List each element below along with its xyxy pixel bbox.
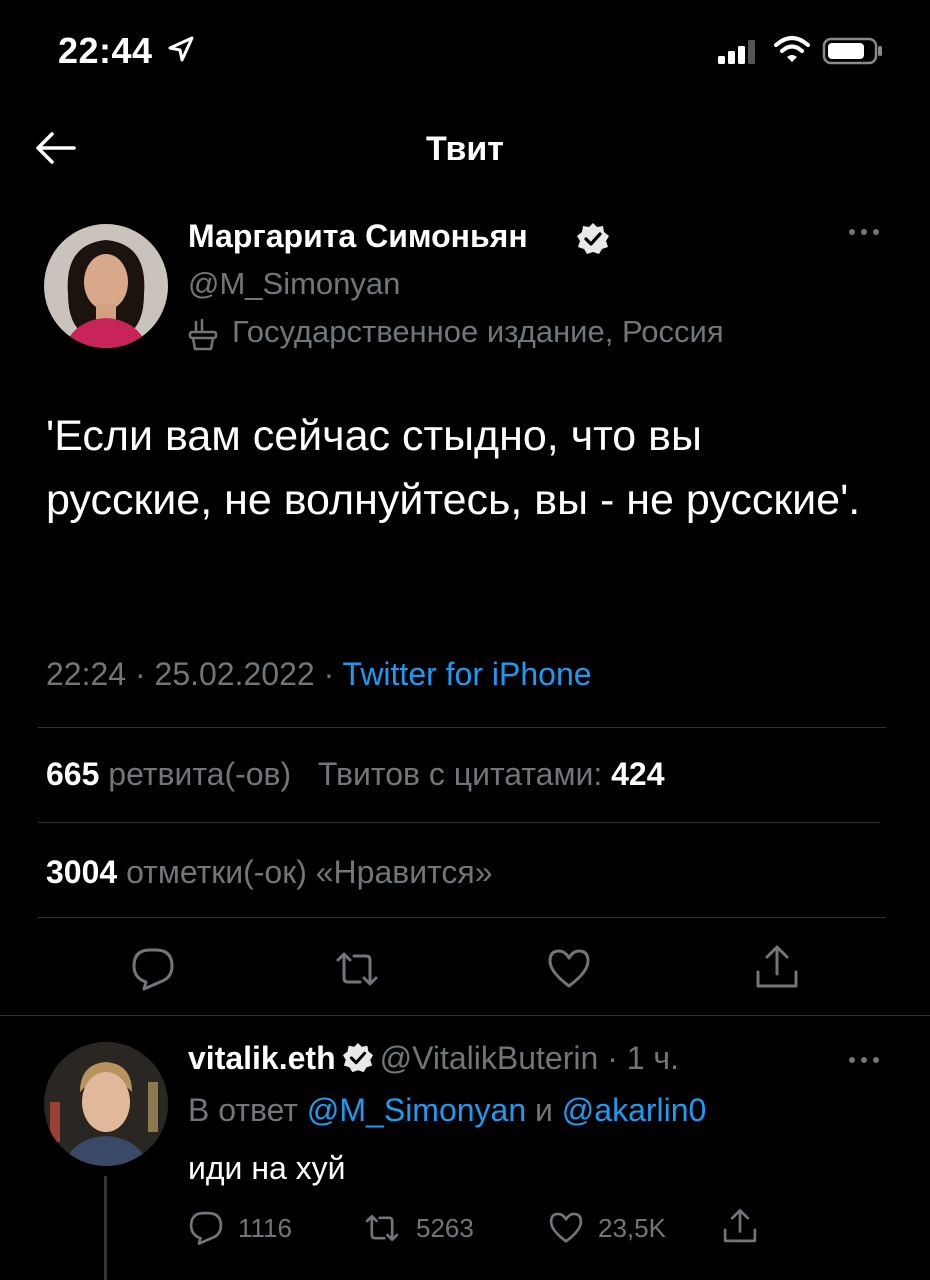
reply-icon[interactable] xyxy=(130,946,176,992)
retweet-icon xyxy=(365,1214,399,1242)
state-media-icon xyxy=(188,318,218,351)
tweet-text: 'Если вам сейчас стыдно, что вы русские,… xyxy=(46,412,861,524)
reply-avatar-portrait-icon xyxy=(44,1042,168,1166)
like-button[interactable]: 23,5K xyxy=(548,1208,666,1248)
verified-badge-icon xyxy=(342,1042,373,1073)
like-count: 23,5K xyxy=(598,1212,666,1243)
signal-icon xyxy=(718,40,755,64)
reply-author-handle[interactable]: @VitalikButerin xyxy=(380,1040,599,1076)
likes-label: отметки(-ок) «Нравится» xyxy=(126,854,493,890)
verified-badge-icon xyxy=(577,223,609,254)
in-reply-prefix: В ответ xyxy=(188,1092,299,1128)
divider xyxy=(38,822,880,823)
mention-link[interactable]: @akarlin0 xyxy=(562,1092,707,1128)
like-icon[interactable] xyxy=(546,946,592,992)
location-arrow-icon xyxy=(168,36,194,62)
tweet-time: 22:24 xyxy=(46,656,127,692)
author-handle[interactable]: @M_Simonyan xyxy=(188,266,400,302)
like-icon xyxy=(549,1212,583,1243)
engagement-stats: 665 ретвита(-ов) Твитов с цитатами: 424 xyxy=(46,756,665,793)
retweet-count: 5263 xyxy=(416,1212,474,1243)
avatar-portrait-icon xyxy=(44,224,168,348)
reply-avatar[interactable] xyxy=(44,1042,168,1166)
tweet-source-link[interactable]: Twitter for iPhone xyxy=(343,656,592,692)
reply-button[interactable]: 1116 xyxy=(188,1208,292,1248)
meta-separator: · xyxy=(598,1040,627,1076)
wifi-icon xyxy=(774,36,810,62)
retweets-count: 665 xyxy=(46,756,100,792)
likes-count: 3004 xyxy=(46,854,118,890)
retweet-icon[interactable] xyxy=(334,946,380,992)
avatar[interactable] xyxy=(44,224,168,348)
state-media-label: Государственное издание, Россия xyxy=(232,314,724,349)
author-name[interactable]: Маргарита Симоньян xyxy=(188,218,528,255)
reply-time: 1 ч. xyxy=(626,1040,679,1076)
reply-author-name[interactable]: vitalik.eth xyxy=(188,1040,336,1076)
reply-icon xyxy=(189,1211,223,1245)
tweet-date: 25.02.2022 xyxy=(154,656,315,692)
retweets-stat[interactable]: 665 ретвита(-ов) xyxy=(46,756,291,792)
status-time: 22:44 xyxy=(58,30,153,71)
likes-stat[interactable]: 3004 отметки(-ок) «Нравится» xyxy=(46,854,493,891)
divider xyxy=(38,727,886,728)
quotes-stat[interactable]: Твитов с цитатами: 424 xyxy=(318,756,665,792)
reply-count: 1116 xyxy=(238,1212,292,1243)
divider xyxy=(38,917,886,918)
thread-line xyxy=(104,1176,107,1280)
in-reply-to: В ответ @M_Simonyan и @akarlin0 xyxy=(188,1092,706,1129)
divider xyxy=(0,1015,930,1016)
tweet-meta: 22:24 · 25.02.2022 · Twitter for iPhone xyxy=(46,656,592,693)
battery-icon xyxy=(822,37,882,65)
meta-separator: · xyxy=(134,656,155,692)
reply-header: vitalik.eth @VitalikButerin · 1 ч. xyxy=(188,1040,679,1077)
share-button[interactable] xyxy=(722,1206,758,1246)
retweet-button[interactable]: 5263 xyxy=(362,1208,474,1248)
page-title: Твит xyxy=(426,130,504,168)
mention-link[interactable]: @M_Simonyan xyxy=(307,1092,526,1128)
meta-separator: · xyxy=(323,656,343,692)
quotes-count: 424 xyxy=(611,756,665,792)
retweets-label: ретвита(-ов) xyxy=(108,756,292,792)
quotes-label: Твитов с цитатами: xyxy=(317,756,603,792)
more-options-icon[interactable] xyxy=(846,1050,882,1070)
in-reply-conjunction: и xyxy=(535,1092,553,1128)
reply-text: иди на хуй xyxy=(188,1150,346,1186)
share-icon[interactable] xyxy=(754,944,800,990)
share-icon xyxy=(723,1209,757,1243)
more-options-icon[interactable] xyxy=(846,222,882,242)
